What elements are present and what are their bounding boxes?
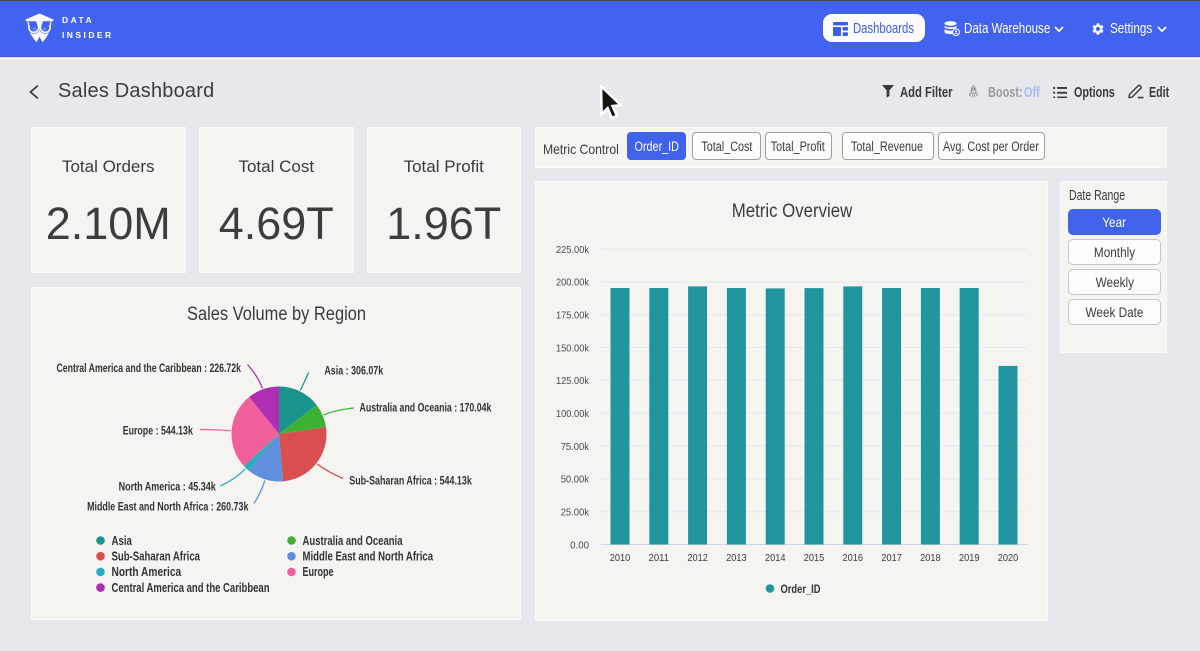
svg-text:2018: 2018	[920, 552, 941, 564]
svg-text:2017: 2017	[881, 552, 902, 564]
svg-text:Europe : 544.13k: Europe : 544.13k	[123, 423, 193, 437]
svg-text:Central America and the Caribb: Central America and the Caribbean	[112, 581, 270, 595]
svg-text:2015: 2015	[804, 552, 825, 564]
svg-text:2012: 2012	[687, 552, 708, 564]
svg-text:2019: 2019	[959, 552, 980, 564]
svg-text:150.00k: 150.00k	[556, 342, 590, 354]
svg-text:Sales Volume by Region: Sales Volume by Region	[187, 304, 366, 325]
svg-text:200.00k: 200.00k	[556, 277, 590, 289]
svg-text:75.00k: 75.00k	[561, 441, 590, 453]
svg-text:Asia: Asia	[112, 534, 133, 548]
svg-text:Order_ID: Order_ID	[781, 582, 821, 596]
svg-text:50.00k: 50.00k	[561, 474, 590, 486]
svg-text:125.00k: 125.00k	[556, 375, 590, 387]
svg-text:25.00k: 25.00k	[561, 507, 590, 519]
svg-text:Central America and the Caribb: Central America and the Caribbean : 226.…	[57, 361, 242, 375]
svg-text:0.00: 0.00	[570, 539, 589, 551]
svg-text:North America: North America	[112, 565, 183, 579]
svg-text:Sub-Saharan Africa: Sub-Saharan Africa	[112, 550, 201, 564]
svg-text:100.00k: 100.00k	[556, 408, 590, 420]
svg-text:Sub-Saharan Africa : 544.13k: Sub-Saharan Africa : 544.13k	[349, 474, 472, 488]
svg-text:North America : 45.34k: North America : 45.34k	[119, 480, 216, 494]
svg-text:Middle East and North Africa: Middle East and North Africa	[303, 550, 434, 564]
svg-text:Middle East and North Africa :: Middle East and North Africa : 260.73k	[87, 499, 249, 513]
svg-text:Asia : 306.07k: Asia : 306.07k	[324, 364, 383, 378]
svg-text:2020: 2020	[998, 552, 1019, 564]
svg-text:2010: 2010	[610, 552, 631, 564]
svg-text:Australia and Oceania : 170.04: Australia and Oceania : 170.04k	[360, 400, 492, 414]
svg-text:225.00k: 225.00k	[556, 244, 590, 256]
svg-text:2011: 2011	[649, 552, 670, 564]
svg-text:2013: 2013	[726, 552, 747, 564]
svg-text:Australia and Oceania: Australia and Oceania	[303, 534, 404, 548]
svg-text:Europe: Europe	[303, 565, 334, 579]
svg-text:2014: 2014	[765, 552, 786, 564]
svg-text:175.00k: 175.00k	[556, 310, 590, 322]
svg-text:2016: 2016	[843, 552, 864, 564]
svg-text:Metric Overview: Metric Overview	[732, 201, 853, 222]
